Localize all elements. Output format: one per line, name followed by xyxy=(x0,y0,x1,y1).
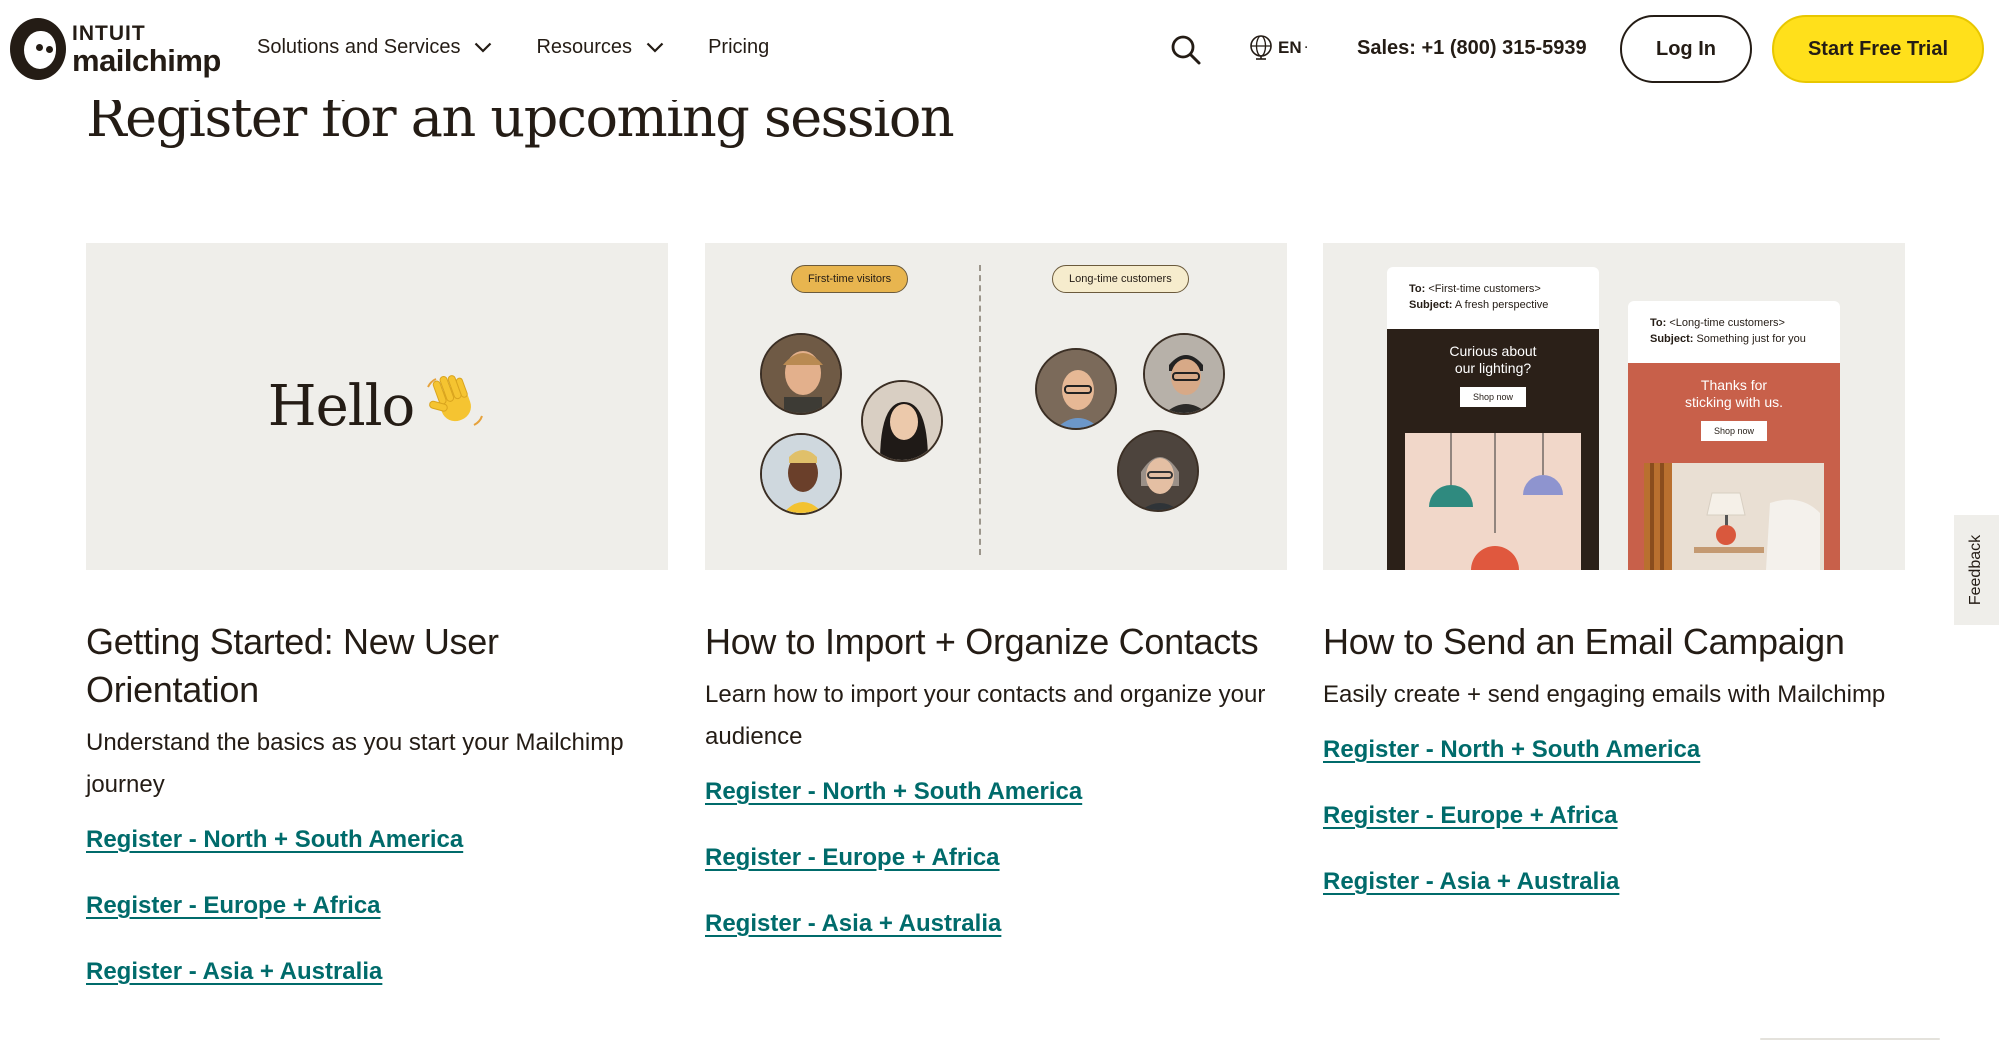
avatar xyxy=(760,333,842,415)
start-free-trial-button[interactable]: Start Free Trial xyxy=(1772,15,1984,83)
avatar xyxy=(861,380,943,462)
card-description: Learn how to import your contacts and or… xyxy=(705,681,1266,750)
session-card: To: <First-time customers> Subject: A fr… xyxy=(1323,243,1905,930)
email-body: Curious about our lighting? Shop now xyxy=(1387,329,1599,570)
hello-text: Hello xyxy=(267,374,416,439)
divider xyxy=(1760,1038,1940,1040)
register-europe-africa-link[interactable]: Register - Europe + Africa xyxy=(705,840,1287,876)
email-preview-first-time: To: <First-time customers> Subject: A fr… xyxy=(1387,267,1599,570)
waving-hand-icon xyxy=(424,373,486,440)
search-button[interactable] xyxy=(1166,30,1206,70)
session-card: First-time visitors Long-time customers … xyxy=(705,243,1287,972)
email-header: To: <Long-time customers> Subject: Somet… xyxy=(1628,301,1840,347)
main-nav: Solutions and Services Resources Pricing xyxy=(257,36,813,59)
logo-brand-text: mailchimp xyxy=(72,42,221,78)
chevron-down-icon xyxy=(474,42,492,53)
card-description: Easily create + send engaging emails wit… xyxy=(1323,681,1886,708)
register-asia-australia-link[interactable]: Register - Asia + Australia xyxy=(86,954,668,990)
email-subject-label: Subject: xyxy=(1650,333,1694,345)
session-card: Hello Getting Started: New User Orientat… xyxy=(86,243,668,1020)
avatar xyxy=(1117,430,1199,512)
card-image-audiences: First-time visitors Long-time customers xyxy=(705,243,1287,570)
nav-item-label: Pricing xyxy=(708,36,770,58)
register-links: Register - North + South America Registe… xyxy=(86,822,668,990)
sales-phone-link[interactable]: Sales: +1 (800) 315-5939 xyxy=(1357,37,1587,60)
logo-intuit-text: INTUIT xyxy=(72,21,146,45)
audience-divider xyxy=(979,265,981,555)
email-to-label: To: xyxy=(1650,317,1667,329)
card-title: Getting Started: New User Orientation xyxy=(86,621,499,710)
email-shop-now-button: Shop now xyxy=(1460,387,1526,407)
audience-pill-long-time: Long-time customers xyxy=(1052,265,1189,293)
register-americas-link[interactable]: Register - North + South America xyxy=(1323,732,1905,768)
card-image-hello: Hello xyxy=(86,243,668,570)
email-to-value: <Long-time customers> xyxy=(1666,317,1785,329)
audience-pill-first-time: First-time visitors xyxy=(791,265,909,293)
register-asia-australia-link[interactable]: Register - Asia + Australia xyxy=(1323,864,1905,900)
card-image-emails: To: <First-time customers> Subject: A fr… xyxy=(1323,243,1905,570)
nav-pricing[interactable]: Pricing xyxy=(708,36,769,59)
language-caret: · xyxy=(1304,42,1309,54)
feedback-label: Feedback xyxy=(1967,534,1985,606)
logo-wordmark: INTUIT mailchimp xyxy=(72,23,221,76)
register-americas-link[interactable]: Register - North + South America xyxy=(705,774,1287,810)
email-hero-line: Thanks for xyxy=(1700,377,1768,393)
site-header: INTUIT mailchimp Solutions and Services … xyxy=(0,0,1999,100)
language-code: EN xyxy=(1278,38,1302,57)
nav-item-label: Solutions and Services xyxy=(257,36,461,58)
email-to-label: To: xyxy=(1409,283,1426,295)
email-header: To: <First-time customers> Subject: A fr… xyxy=(1387,267,1599,313)
email-subject-label: Subject: xyxy=(1409,299,1453,311)
email-body: Thanks for sticking with us. Shop now xyxy=(1628,363,1840,570)
register-europe-africa-link[interactable]: Register - Europe + Africa xyxy=(1323,798,1905,834)
language-selector[interactable]: EN · xyxy=(1248,34,1308,62)
feedback-tab[interactable]: Feedback xyxy=(1954,515,1999,625)
nav-resources[interactable]: Resources xyxy=(536,36,664,59)
avatar xyxy=(760,433,842,515)
register-links: Register - North + South America Registe… xyxy=(1323,732,1905,900)
nav-solutions-and-services[interactable]: Solutions and Services xyxy=(257,36,492,59)
email-hero-line: Curious about xyxy=(1449,343,1537,359)
email-subject-value: Something just for you xyxy=(1693,333,1806,345)
card-title: How to Import + Organize Contacts xyxy=(705,621,1259,662)
avatar xyxy=(1035,348,1117,430)
chevron-down-icon xyxy=(646,42,664,53)
register-americas-link[interactable]: Register - North + South America xyxy=(86,822,668,858)
email-shop-now-button: Shop now xyxy=(1701,421,1767,441)
avatar xyxy=(1143,333,1225,415)
email-to-value: <First-time customers> xyxy=(1425,283,1541,295)
freddie-logo-icon xyxy=(10,18,66,80)
email-subject-value: A fresh perspective xyxy=(1452,299,1549,311)
email-preview-long-time: To: <Long-time customers> Subject: Somet… xyxy=(1628,301,1840,570)
email-hero-line: sticking with us. xyxy=(1684,394,1784,410)
nav-item-label: Resources xyxy=(536,36,633,58)
search-icon xyxy=(1171,35,1201,65)
card-title: How to Send an Email Campaign xyxy=(1323,621,1845,662)
register-links: Register - North + South America Registe… xyxy=(705,774,1287,942)
email-hero-line: our lighting? xyxy=(1454,360,1532,376)
register-europe-africa-link[interactable]: Register - Europe + Africa xyxy=(86,888,668,924)
table-lamp-image xyxy=(1644,463,1824,570)
pendant-lamps-image xyxy=(1405,433,1581,570)
globe-icon xyxy=(1250,35,1272,60)
mailchimp-logo[interactable]: INTUIT mailchimp xyxy=(10,18,221,80)
register-asia-australia-link[interactable]: Register - Asia + Australia xyxy=(705,906,1287,942)
card-description: Understand the basics as you start your … xyxy=(86,729,624,798)
login-button[interactable]: Log In xyxy=(1620,15,1752,83)
